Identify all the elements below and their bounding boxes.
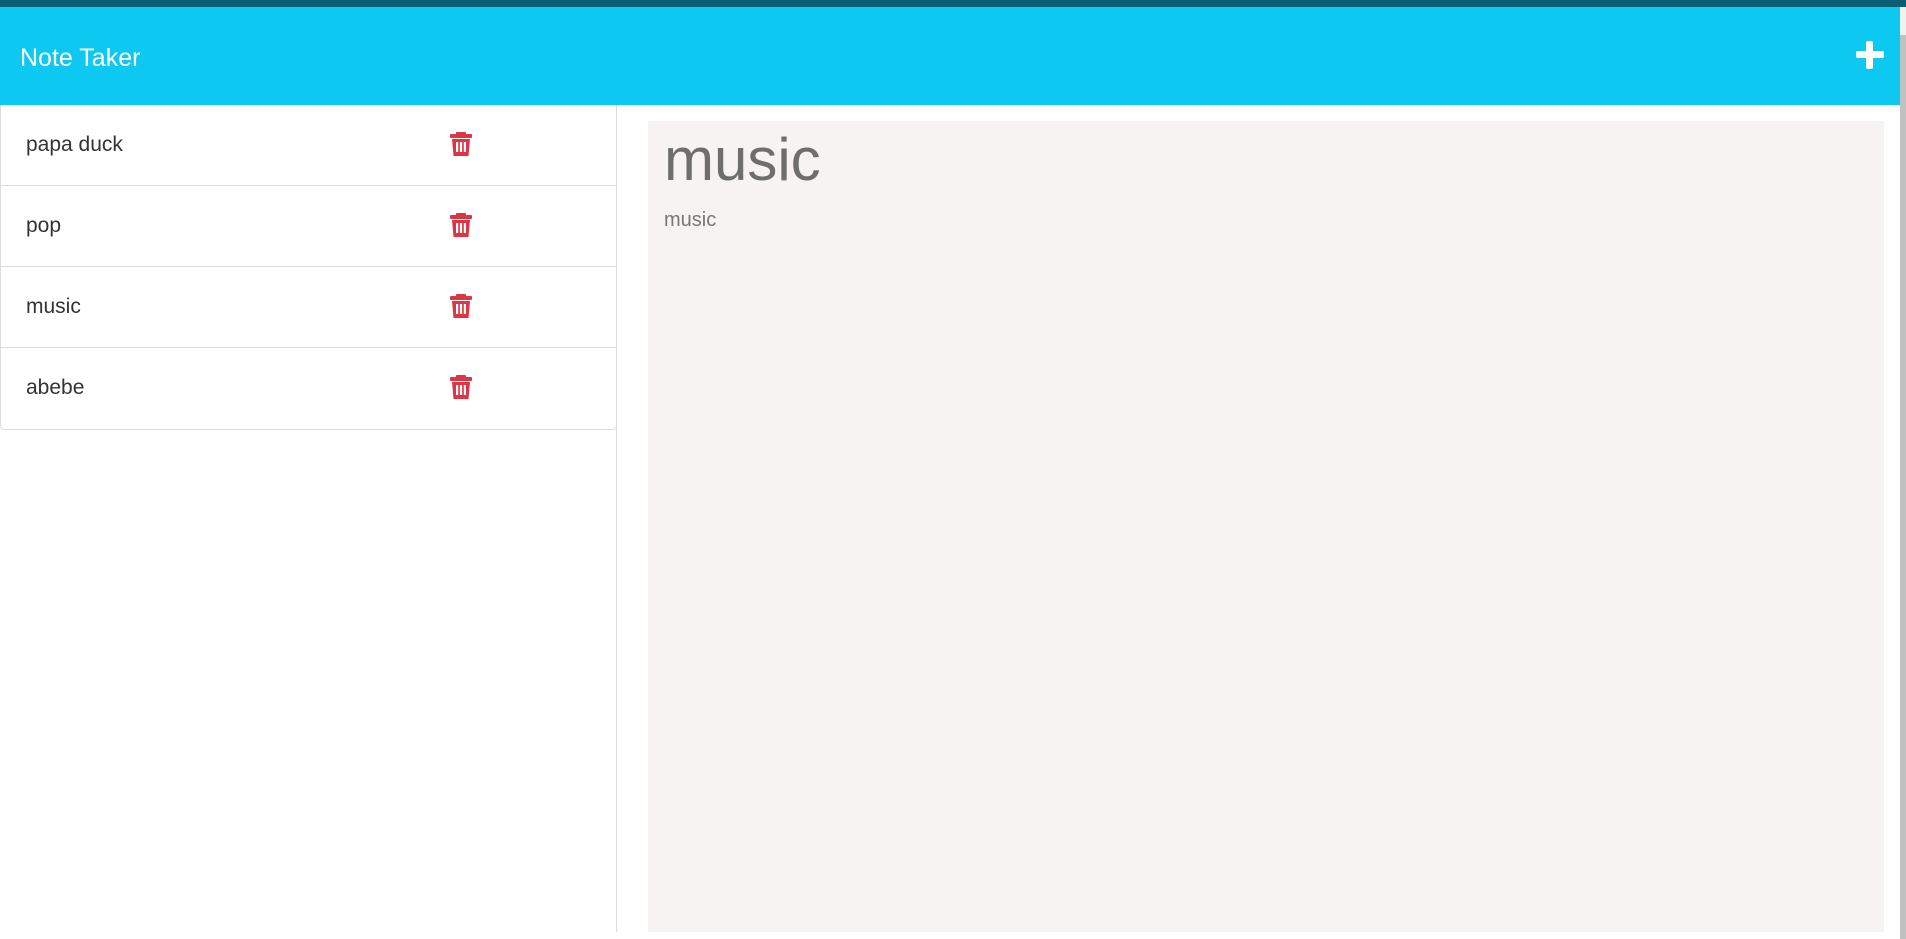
note-item-music[interactable]: music (1, 267, 616, 348)
note-list-panel: papa duck pop music abebe (0, 105, 617, 932)
note-text-field[interactable]: music (664, 207, 716, 233)
navbar: Note Taker (0, 7, 1900, 105)
note-title[interactable]: abebe (26, 375, 84, 401)
browser-top-strip (0, 0, 1906, 7)
trash-icon[interactable] (450, 294, 472, 318)
trash-icon[interactable] (450, 213, 472, 237)
note-item-abebe[interactable]: abebe (1, 348, 616, 429)
note-list: papa duck pop music abebe (0, 105, 617, 430)
note-item-pop[interactable]: pop (1, 186, 616, 267)
new-note-button[interactable] (1854, 39, 1886, 71)
scrollbar-track[interactable] (1900, 7, 1906, 939)
trash-icon[interactable] (450, 132, 472, 156)
note-title[interactable]: pop (26, 213, 61, 239)
scrollbar-thumb[interactable] (1900, 35, 1906, 939)
trash-icon[interactable] (450, 375, 472, 399)
note-title[interactable]: music (26, 294, 81, 320)
note-item-papa-duck[interactable]: papa duck (1, 105, 616, 186)
note-title-field[interactable]: music (664, 125, 821, 195)
note-editor[interactable]: music music (648, 121, 1884, 932)
app-title[interactable]: Note Taker (20, 43, 140, 73)
note-title[interactable]: papa duck (26, 132, 123, 158)
